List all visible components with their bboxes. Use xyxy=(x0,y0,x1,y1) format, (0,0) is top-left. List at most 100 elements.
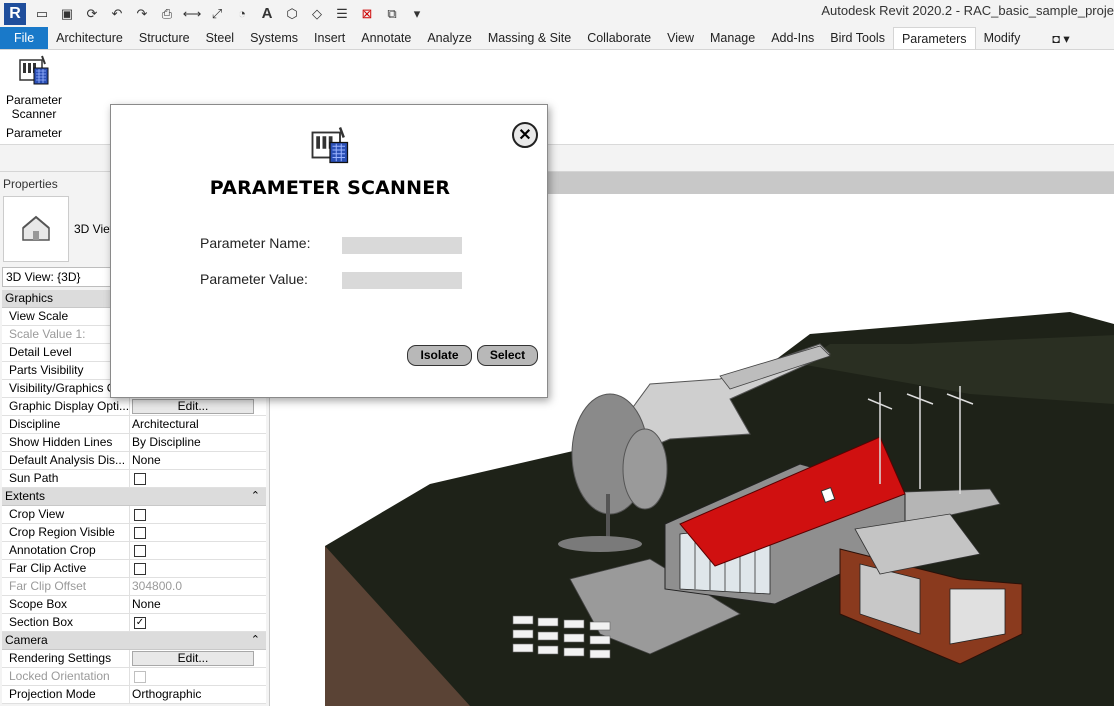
property-name: Section Box xyxy=(2,614,130,631)
parameter-scanner-dialog: ✕ PARAMETER SCANNER Parameter Name: Para… xyxy=(110,104,548,398)
tab-view[interactable]: View xyxy=(659,27,702,49)
property-row: Sun Path xyxy=(2,470,266,488)
property-value[interactable]: Edit... xyxy=(130,650,266,667)
property-name: Graphic Display Opti... xyxy=(2,398,130,415)
property-checkbox[interactable]: ✓ xyxy=(134,617,146,629)
tab-systems[interactable]: Systems xyxy=(242,27,306,49)
ribbon-minimize-dropdown-icon[interactable]: ◘ ▾ xyxy=(1044,27,1077,49)
tab-massing-site[interactable]: Massing & Site xyxy=(480,27,579,49)
revit-logo[interactable]: R xyxy=(4,2,26,25)
parameter-name-input[interactable] xyxy=(342,237,462,254)
parameter-value-label: Parameter Value: xyxy=(200,271,308,287)
select-button[interactable]: Select xyxy=(477,345,538,366)
property-name: Locked Orientation xyxy=(2,668,130,685)
switch-windows-icon[interactable]: ⧉ xyxy=(383,5,401,23)
property-value[interactable]: None xyxy=(130,596,266,613)
property-row: Crop Region Visible xyxy=(2,524,266,542)
property-row: Graphic Display Opti... Edit... xyxy=(2,398,266,416)
property-name: Far Clip Active xyxy=(2,560,130,577)
thin-lines-icon[interactable]: ☰ xyxy=(333,5,351,23)
property-row: Rendering Settings Edit... xyxy=(2,650,266,668)
type-image xyxy=(3,196,69,262)
tag-icon[interactable]: ◔ xyxy=(233,5,251,23)
measure-icon[interactable]: ⟷ xyxy=(183,5,202,23)
redo-icon[interactable]: ↷ xyxy=(133,5,151,23)
print-icon[interactable]: ⎙ xyxy=(158,5,176,23)
property-name: Extents xyxy=(5,489,46,503)
property-checkbox[interactable] xyxy=(134,527,146,539)
parameter-scanner-icon xyxy=(311,127,349,164)
open-icon[interactable]: ▭ xyxy=(33,5,51,23)
property-group-header[interactable]: Camera ⌃ xyxy=(2,632,266,650)
property-value[interactable] xyxy=(130,470,266,487)
save-icon[interactable]: ▣ xyxy=(58,5,76,23)
property-checkbox[interactable] xyxy=(134,473,146,485)
tab-annotate[interactable]: Annotate xyxy=(353,27,419,49)
tab-collaborate[interactable]: Collaborate xyxy=(579,27,659,49)
tab-add-ins[interactable]: Add-Ins xyxy=(763,27,822,49)
property-checkbox xyxy=(134,671,146,683)
dimension-icon[interactable]: ⤢ xyxy=(208,5,226,23)
parameter-name-label: Parameter Name: xyxy=(200,235,311,251)
property-value[interactable]: Orthographic xyxy=(130,686,266,703)
text-icon[interactable]: A xyxy=(258,5,276,23)
edit-button[interactable]: Edit... xyxy=(132,399,254,414)
property-name: Show Hidden Lines xyxy=(2,434,130,451)
property-value[interactable] xyxy=(130,524,266,541)
3d-view-icon[interactable]: ⬡ xyxy=(283,5,301,23)
edit-button[interactable]: Edit... xyxy=(132,651,254,666)
property-name: Camera xyxy=(5,633,48,647)
property-value[interactable]: Architectural xyxy=(130,416,266,433)
properties-title: Properties xyxy=(3,177,58,191)
property-name: Rendering Settings xyxy=(2,650,130,667)
parameter-scanner-button[interactable]: Parameter Scanner xyxy=(4,54,64,121)
tab-architecture[interactable]: Architecture xyxy=(48,27,131,49)
property-value[interactable]: None xyxy=(130,452,266,469)
property-name: Crop Region Visible xyxy=(2,524,130,541)
property-value[interactable] xyxy=(130,560,266,577)
tab-structure[interactable]: Structure xyxy=(131,27,198,49)
tab-bird-tools[interactable]: Bird Tools xyxy=(822,27,893,49)
property-name: Annotation Crop xyxy=(2,542,130,559)
dialog-title: PARAMETER SCANNER xyxy=(209,177,451,199)
property-value: 304800.0 xyxy=(132,579,183,593)
collapse-chevron-icon[interactable]: ⌃ xyxy=(251,632,266,649)
property-row: Far Clip Offset 304800.0 xyxy=(2,578,266,596)
section-icon[interactable]: ◇ xyxy=(308,5,326,23)
property-checkbox[interactable] xyxy=(134,509,146,521)
tab-modify[interactable]: Modify xyxy=(976,27,1029,49)
property-name: Sun Path xyxy=(2,470,130,487)
property-value[interactable]: Edit... xyxy=(130,398,266,415)
undo-icon[interactable]: ↶ xyxy=(108,5,126,23)
property-name: Scope Box xyxy=(2,596,130,613)
tab-steel[interactable]: Steel xyxy=(198,27,243,49)
sync-icon[interactable]: ⟳ xyxy=(83,5,101,23)
tab-manage[interactable]: Manage xyxy=(702,27,763,49)
property-checkbox[interactable] xyxy=(134,545,146,557)
property-row: Annotation Crop xyxy=(2,542,266,560)
property-name: Crop View xyxy=(2,506,130,523)
property-row: Locked Orientation xyxy=(2,668,266,686)
tab-parameters[interactable]: Parameters xyxy=(892,27,976,49)
close-hidden-icon[interactable]: ⊠ xyxy=(358,5,376,23)
property-value[interactable]: By Discipline xyxy=(130,434,266,451)
property-value[interactable]: ✓ xyxy=(130,614,266,631)
parameter-value-input[interactable] xyxy=(342,272,462,289)
property-row: Projection Mode Orthographic xyxy=(2,686,266,704)
property-value[interactable] xyxy=(130,506,266,523)
property-value xyxy=(130,668,266,685)
property-name: Projection Mode xyxy=(2,686,130,703)
collapse-chevron-icon[interactable]: ⌃ xyxy=(251,488,266,505)
close-button[interactable]: ✕ xyxy=(512,122,538,148)
tab-analyze[interactable]: Analyze xyxy=(419,27,479,49)
tab-insert[interactable]: Insert xyxy=(306,27,353,49)
customize-icon[interactable]: ▾ xyxy=(408,5,426,23)
property-row: Discipline Architectural xyxy=(2,416,266,434)
property-checkbox[interactable] xyxy=(134,563,146,575)
tab-file[interactable]: File xyxy=(0,27,49,49)
quick-access-toolbar: R ▭ ▣ ⟳ ↶ ↷ ⎙ ⟷ ⤢ ◔ A ⬡ ◇ ☰ ⊠ ⧉ ▾ Autode… xyxy=(0,0,1114,27)
ribbon-panel-title: Parameter xyxy=(6,126,63,140)
property-group-header[interactable]: Extents ⌃ xyxy=(2,488,266,506)
property-value[interactable] xyxy=(130,542,266,559)
isolate-button[interactable]: Isolate xyxy=(407,345,472,366)
